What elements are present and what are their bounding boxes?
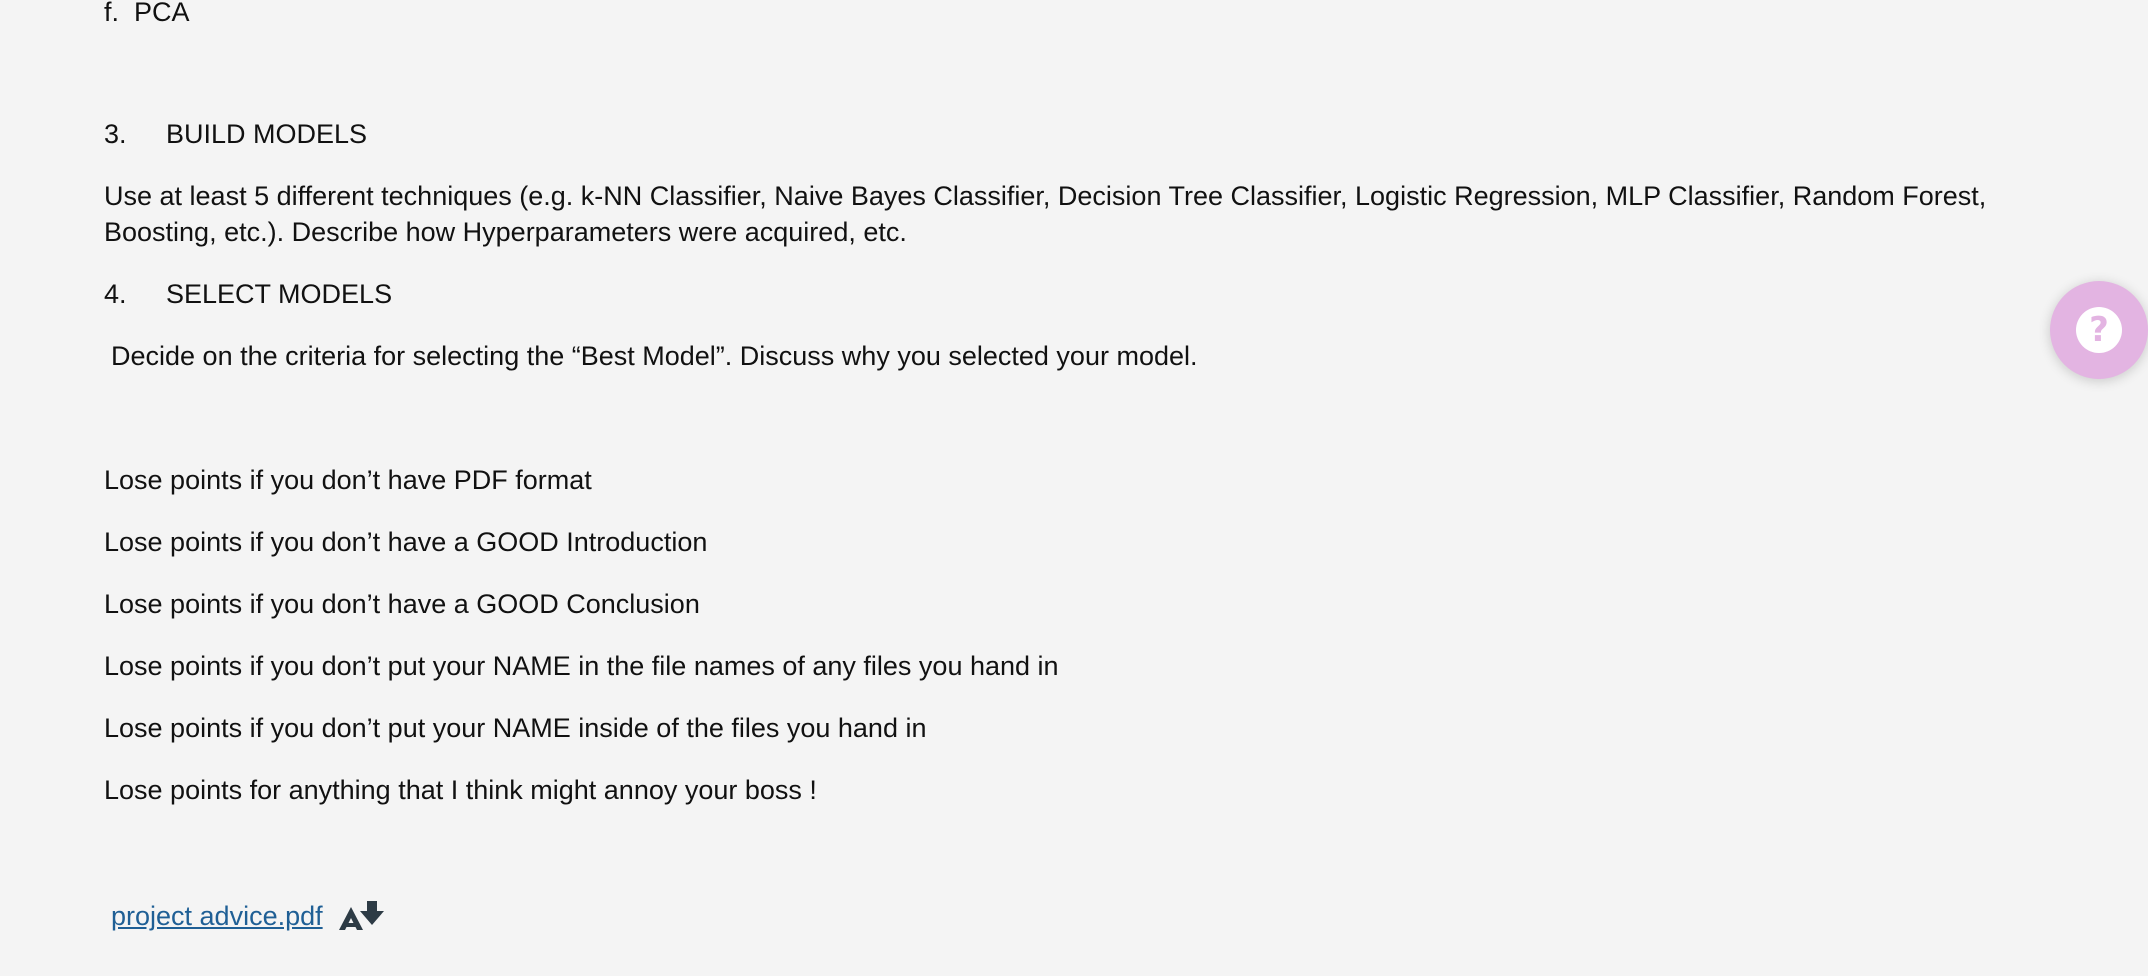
section-title: BUILD MODELS xyxy=(166,119,368,149)
section-title: SELECT MODELS xyxy=(166,279,393,309)
penalty-item: Lose points if you don’t have a GOOD Con… xyxy=(104,589,700,619)
attachment-link[interactable]: project advice.pdf xyxy=(111,898,323,934)
list-marker: f. xyxy=(104,0,120,27)
section-number: 3. xyxy=(104,119,127,149)
penalty-item: Lose points if you don’t have PDF format xyxy=(104,465,592,495)
section-heading-build-models: 3. BUILD MODELS xyxy=(104,116,367,152)
penalty-item: Lose points if you don’t put your NAME i… xyxy=(104,713,927,743)
help-button[interactable]: ? xyxy=(2050,281,2148,379)
section-body-select-models: Decide on the criteria for selecting the… xyxy=(111,341,1198,371)
attachment-row: project advice.pdf xyxy=(111,898,389,934)
list-item-pca: f. PCA xyxy=(104,0,190,30)
section-number: 4. xyxy=(104,279,127,309)
list-item-text: PCA xyxy=(134,0,190,27)
accessibility-alternative-formats-icon[interactable] xyxy=(337,899,389,933)
penalty-item: Lose points if you don’t put your NAME i… xyxy=(104,651,1059,681)
penalty-item: Lose points if you don’t have a GOOD Int… xyxy=(104,527,708,557)
penalty-item: Lose points for anything that I think mi… xyxy=(104,775,817,805)
question-mark-icon: ? xyxy=(2076,307,2122,353)
section-body-build-models: Use at least 5 different techniques (e.g… xyxy=(104,181,1987,247)
section-heading-select-models: 4. SELECT MODELS xyxy=(104,276,392,312)
